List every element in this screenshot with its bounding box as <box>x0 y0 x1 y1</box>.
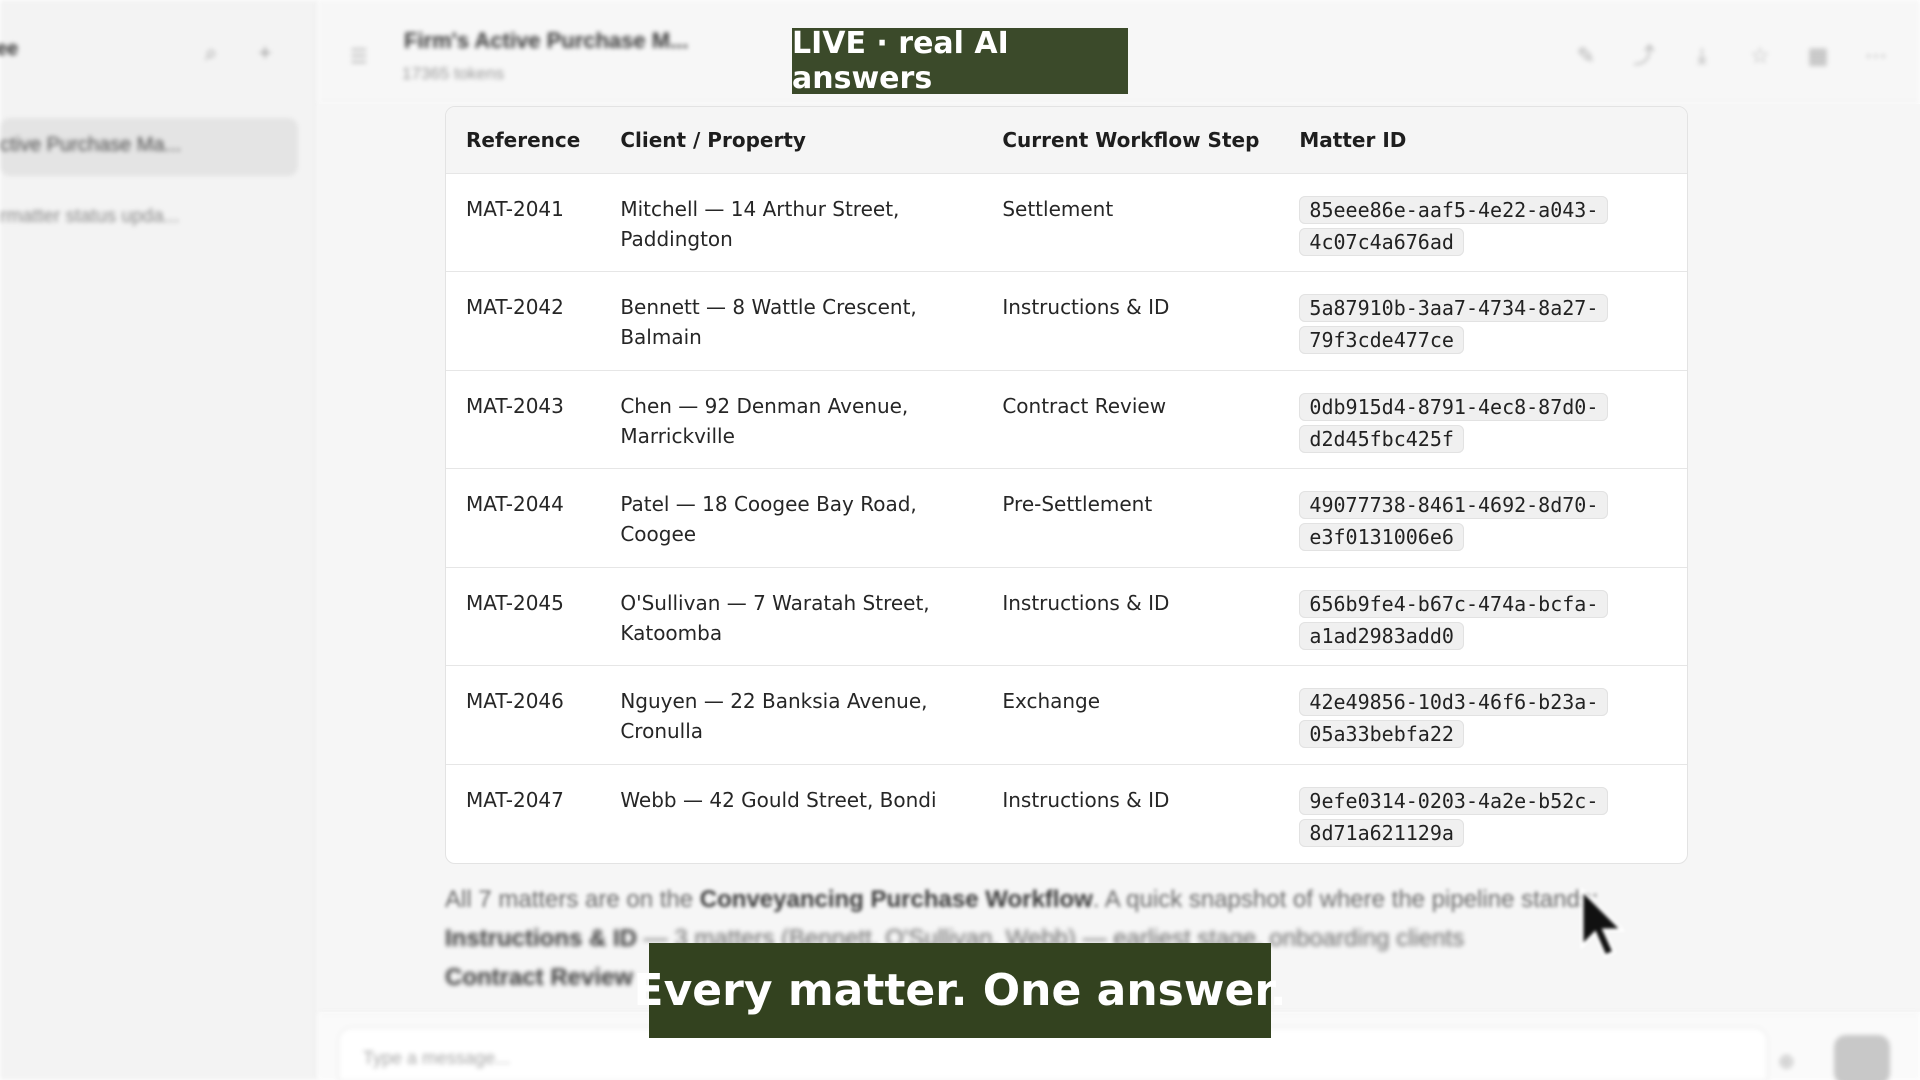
cell-matter-id: 42e49856-10d3-46f6-b23a-05a33bebfa22 <box>1279 666 1687 765</box>
send-button[interactable] <box>1834 1035 1890 1080</box>
message-placeholder: Type a message... <box>363 1048 511 1068</box>
matters-table: Reference Client / Property Current Work… <box>446 107 1687 863</box>
table-row: MAT-2042 Bennett — 8 Wattle Crescent, Ba… <box>446 271 1687 371</box>
table-row: MAT-2043 Chen — 92 Denman Avenue, Marric… <box>446 370 1687 469</box>
new-chat-icon[interactable]: + <box>252 40 278 66</box>
sidebar-item-active[interactable]: ctive Purchase Ma... <box>0 118 298 176</box>
cell-workflow-step: Pre-Settlement <box>1002 492 1153 516</box>
layout-icon[interactable]: ▦ <box>1804 42 1832 70</box>
stage-label: Contract Review <box>445 964 634 991</box>
table-row: MAT-2044 Patel — 18 Coogee Bay Road, Coo… <box>446 468 1687 568</box>
chat-content: Reference Client / Property Current Work… <box>318 104 1920 1012</box>
cell-matter-id: 85eee86e-aaf5-4e22-a043-4c07c4a676ad <box>1279 173 1687 272</box>
matter-id-code: 42e49856-10d3-46f6-b23a-05a33bebfa22 <box>1299 688 1609 748</box>
column-header-reference: Reference <box>466 127 581 152</box>
cell-workflow-step: Exchange <box>1002 689 1101 713</box>
table-header-row: Reference Client / Property Current Work… <box>446 107 1687 173</box>
table-row: MAT-2046 Nguyen — 22 Banksia Avenue, Cro… <box>446 665 1687 765</box>
cell-workflow-step: Instructions & ID <box>1002 787 1170 812</box>
attach-icon[interactable]: ⊕ <box>1778 1049 1795 1074</box>
summary-suffix: . A quick snapshot of where the pipeline… <box>1092 886 1599 913</box>
sidebar-title: ee <box>0 38 19 60</box>
matter-id-code: 85eee86e-aaf5-4e22-a043-4c07c4a676ad <box>1299 195 1609 256</box>
share-icon[interactable]: ⤴ <box>1630 42 1658 70</box>
column-header-matter-id: Matter ID <box>1299 127 1407 152</box>
video-caption: Every matter. One answer. <box>634 943 1286 1038</box>
live-badge: LIVE · real AI answers <box>792 26 1128 96</box>
header-actions: ✎ ⤴ ⤓ ☆ ▦ ⋯ <box>1572 42 1890 70</box>
cell-client-property: Webb — 42 Gould Street, Bondi <box>620 787 937 812</box>
matter-id-code: 49077738-8461-4692-8d70-e3f0131006e6 <box>1299 491 1609 551</box>
star-icon[interactable]: ☆ <box>1746 42 1774 70</box>
summary-prefix: All 7 matters are on the <box>445 886 700 913</box>
column-header-client-property: Client / Property <box>620 127 806 152</box>
cell-reference: MAT-2042 <box>466 295 564 319</box>
cell-matter-id: 5a87910b-3aa7-4734-8a27-79f3cde477ce <box>1279 272 1687 371</box>
table-row: MAT-2047 Webb — 42 Gould Street, Bondi I… <box>446 764 1687 863</box>
cell-client-property: Patel — 18 Coogee Bay Road, Coogee <box>620 492 917 546</box>
summary-line-1: All 7 matters are on the Conveyancing Pu… <box>445 880 1745 919</box>
cell-client-property: Nguyen — 22 Banksia Avenue, Cronulla <box>620 689 928 743</box>
edit-icon[interactable]: ✎ <box>1572 42 1600 70</box>
cell-client-property: O'Sullivan — 7 Waratah Street, Katoomba <box>620 590 930 645</box>
cell-workflow-step: Settlement <box>1002 196 1114 221</box>
table-row: MAT-2045 O'Sullivan — 7 Waratah Street, … <box>446 567 1687 666</box>
cell-matter-id: 656b9fe4-b67c-474a-bcfa-a1ad2983add0 <box>1279 567 1687 666</box>
download-icon[interactable]: ⤓ <box>1688 42 1716 70</box>
chat-title: Firm's Active Purchase M... <box>404 28 689 53</box>
more-icon[interactable]: ⋯ <box>1862 42 1890 70</box>
mouse-cursor-icon <box>1580 888 1626 958</box>
matter-id-code: 656b9fe4-b67c-474a-bcfa-a1ad2983add0 <box>1299 589 1609 650</box>
stage-label: Instructions & ID <box>445 925 638 952</box>
cell-client-property: Bennett — 8 Wattle Crescent, Balmain <box>620 295 917 349</box>
column-header-workflow-step: Current Workflow Step <box>1002 127 1260 152</box>
cell-workflow-step: Contract Review <box>1002 393 1167 418</box>
cell-reference: MAT-2045 <box>466 590 564 615</box>
cell-matter-id: 49077738-8461-4692-8d70-e3f0131006e6 <box>1279 469 1687 568</box>
table-row: MAT-2041 Mitchell — 14 Arthur Street, Pa… <box>446 173 1687 272</box>
matter-id-code: 0db915d4-8791-4ec8-87d0-d2d45fbc425f <box>1299 392 1609 453</box>
cell-reference: MAT-2043 <box>466 393 564 418</box>
workflow-name: Conveyancing Purchase Workflow <box>699 886 1093 913</box>
sidebar: ee ⌕ + ctive Purchase Ma... rmatter stat… <box>0 0 318 1080</box>
matter-id-code: 9efe0314-0203-4a2e-b52c-8d71a621129a <box>1299 786 1609 847</box>
cell-client-property: Mitchell — 14 Arthur Street, Paddington <box>620 196 900 251</box>
sidebar-toggle-icon[interactable]: ☰ <box>350 44 376 68</box>
search-icon[interactable]: ⌕ <box>198 40 224 66</box>
sidebar-item[interactable]: rmatter status upda... <box>0 206 180 228</box>
matters-table-card: Reference Client / Property Current Work… <box>445 106 1688 864</box>
cell-workflow-step: Instructions & ID <box>1002 590 1170 615</box>
cell-client-property: Chen — 92 Denman Avenue, Marrickville <box>620 393 909 448</box>
cell-reference: MAT-2041 <box>466 196 564 221</box>
cell-reference: MAT-2047 <box>466 787 564 812</box>
sidebar-item-label: ctive Purchase Ma... <box>0 134 182 156</box>
cell-reference: MAT-2046 <box>466 689 564 713</box>
cell-matter-id: 0db915d4-8791-4ec8-87d0-d2d45fbc425f <box>1279 370 1687 469</box>
matter-id-code: 5a87910b-3aa7-4734-8a27-79f3cde477ce <box>1299 294 1609 354</box>
cell-workflow-step: Instructions & ID <box>1002 295 1170 319</box>
cell-matter-id: 9efe0314-0203-4a2e-b52c-8d71a621129a <box>1279 764 1687 863</box>
cell-reference: MAT-2044 <box>466 492 564 516</box>
token-count: 17365 tokens <box>402 64 505 83</box>
